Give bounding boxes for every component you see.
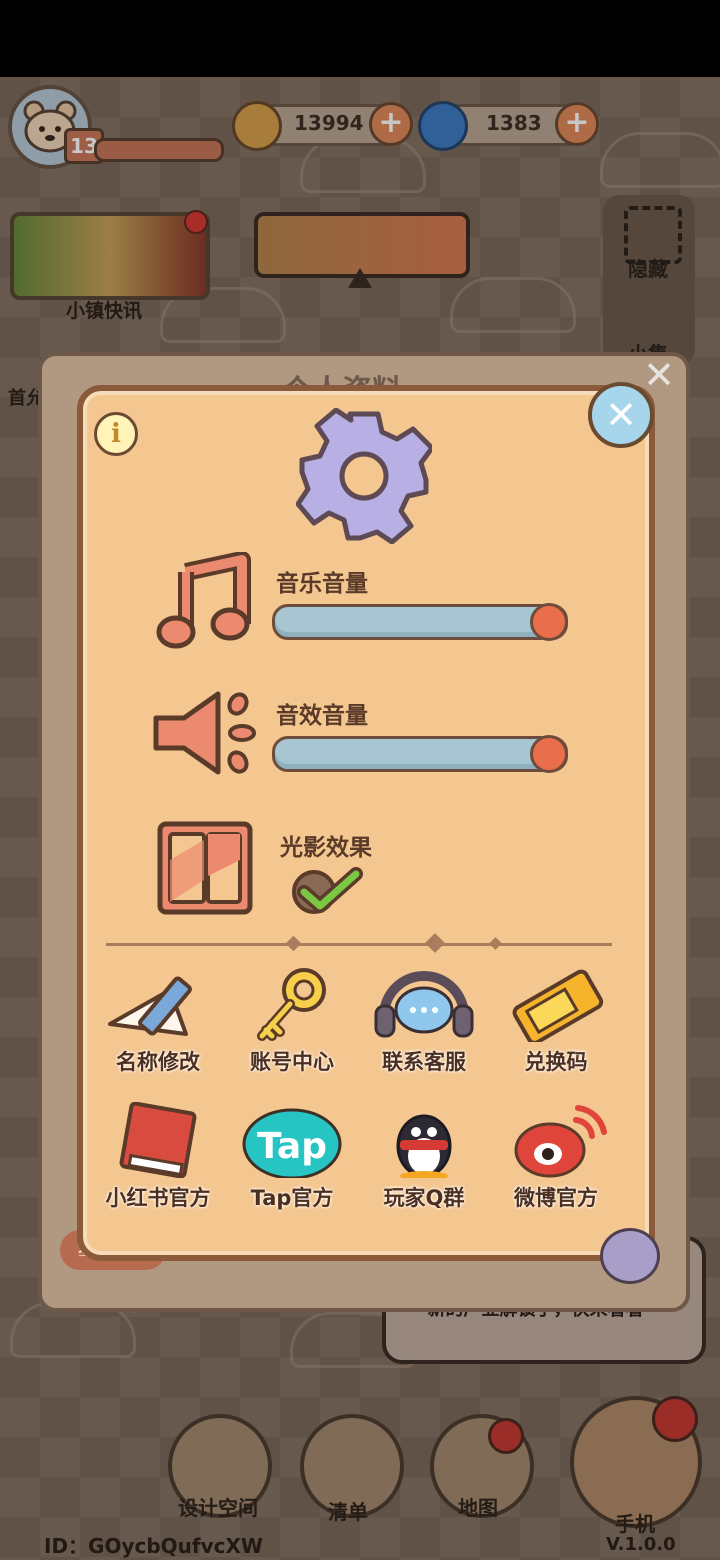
music-label: 音乐音量 xyxy=(276,571,368,597)
weibo-official-button[interactable]: 微博官方 xyxy=(496,1102,616,1210)
ticket-icon xyxy=(512,969,604,1045)
rename-label: 名称修改 xyxy=(116,1050,200,1074)
speaker-icon xyxy=(153,691,256,775)
sfx-slider[interactable] xyxy=(272,736,568,772)
info-icon: i xyxy=(111,419,121,449)
account-center-button[interactable]: 账号中心 xyxy=(232,966,352,1074)
music-slider-knob[interactable] xyxy=(530,603,568,641)
shadow-checkbox[interactable] xyxy=(290,864,364,916)
qq-group-button[interactable]: 玩家Q群 xyxy=(364,1102,484,1210)
key-icon xyxy=(257,968,326,1041)
gear-icon xyxy=(296,408,432,544)
close-icon: ✕ xyxy=(605,393,637,437)
book-icon xyxy=(119,1101,197,1179)
headset-icon xyxy=(374,971,474,1038)
info-button[interactable]: i xyxy=(94,412,138,456)
shadow-label: 光影效果 xyxy=(280,835,372,861)
tap-official-label: Tap官方 xyxy=(250,1186,334,1210)
profile-close-icon[interactable]: ✕ xyxy=(641,356,677,394)
close-button[interactable]: ✕ xyxy=(588,382,654,448)
xiaohongshu-label: 小红书官方 xyxy=(105,1186,211,1210)
xiaohongshu-button[interactable]: 小红书官方 xyxy=(98,1101,218,1210)
qq-group-label: 玩家Q群 xyxy=(383,1186,465,1210)
sfx-slider-knob[interactable] xyxy=(530,735,568,773)
profile-gear-icon[interactable] xyxy=(600,1228,660,1284)
rename-button[interactable]: 名称修改 xyxy=(98,966,218,1074)
window-shadow-icon xyxy=(157,821,253,915)
customer-service-button[interactable]: 联系客服 xyxy=(364,966,484,1074)
pencil-icon xyxy=(108,976,192,1036)
tap-logo-icon: Tap xyxy=(242,1108,342,1180)
account-center-label: 账号中心 xyxy=(250,1050,334,1074)
svg-text:Tap: Tap xyxy=(257,1126,327,1167)
tap-official-button[interactable]: Tap Tap官方 xyxy=(232,1102,352,1210)
penguin-icon xyxy=(396,1114,452,1181)
divider xyxy=(106,943,612,946)
music-slider[interactable] xyxy=(272,604,568,640)
sfx-label: 音效音量 xyxy=(276,703,368,729)
music-note-icon xyxy=(156,552,251,649)
weibo-icon xyxy=(514,1105,607,1178)
redeem-code-label: 兑换码 xyxy=(524,1050,588,1074)
weibo-official-label: 微博官方 xyxy=(514,1186,598,1210)
customer-service-label: 联系客服 xyxy=(382,1050,466,1074)
redeem-code-button[interactable]: 兑换码 xyxy=(496,966,616,1074)
